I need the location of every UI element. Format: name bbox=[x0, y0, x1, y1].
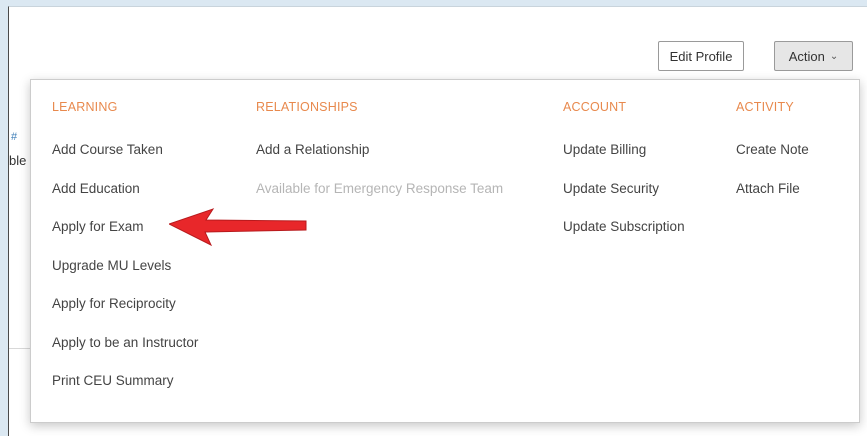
menu-item-update-billing[interactable]: Update Billing bbox=[563, 142, 685, 157]
relationships-column: RELATIONSHIPS Add a Relationship Availab… bbox=[256, 100, 503, 219]
action-dropdown-menu: LEARNING Add Course Taken Add Education … bbox=[30, 79, 860, 423]
account-column: ACCOUNT Update Billing Update Security U… bbox=[563, 100, 685, 258]
edge-marker: # bbox=[11, 131, 18, 143]
menu-item-apply-to-be-instructor[interactable]: Apply to be an Instructor bbox=[52, 335, 198, 350]
chevron-down-icon: ⌄ bbox=[829, 50, 839, 62]
learning-column: LEARNING Add Course Taken Add Education … bbox=[52, 100, 198, 412]
edge-text: ble bbox=[9, 153, 27, 168]
learning-heading: LEARNING bbox=[52, 100, 118, 114]
action-button-label: Action bbox=[788, 48, 825, 64]
menu-item-create-note[interactable]: Create Note bbox=[736, 142, 809, 157]
activity-column: ACTIVITY Create Note Attach File bbox=[736, 100, 809, 219]
menu-item-emergency-response-team: Available for Emergency Response Team bbox=[256, 180, 504, 196]
menu-item-update-security[interactable]: Update Security bbox=[563, 181, 685, 196]
menu-item-add-relationship[interactable]: Add a Relationship bbox=[256, 142, 503, 157]
menu-item-print-ceu-summary[interactable]: Print CEU Summary bbox=[52, 373, 198, 388]
action-button[interactable]: Action ⌄ bbox=[774, 41, 853, 71]
red-arrow-icon bbox=[169, 208, 307, 247]
menu-item-attach-file[interactable]: Attach File bbox=[736, 181, 809, 196]
menu-item-upgrade-mu-levels[interactable]: Upgrade MU Levels bbox=[52, 258, 198, 273]
menu-item-add-education[interactable]: Add Education bbox=[52, 181, 198, 196]
activity-heading: ACTIVITY bbox=[736, 100, 794, 114]
divider bbox=[9, 348, 31, 349]
relationships-heading: RELATIONSHIPS bbox=[256, 100, 358, 114]
profile-panel: # ble Edit Profile Action ⌄ LEARNING Add… bbox=[8, 6, 867, 436]
menu-item-apply-for-reciprocity[interactable]: Apply for Reciprocity bbox=[52, 296, 198, 311]
account-heading: ACCOUNT bbox=[563, 100, 627, 114]
menu-item-update-subscription[interactable]: Update Subscription bbox=[563, 219, 685, 234]
edit-profile-button[interactable]: Edit Profile bbox=[658, 41, 744, 71]
menu-item-add-course-taken[interactable]: Add Course Taken bbox=[52, 142, 198, 157]
